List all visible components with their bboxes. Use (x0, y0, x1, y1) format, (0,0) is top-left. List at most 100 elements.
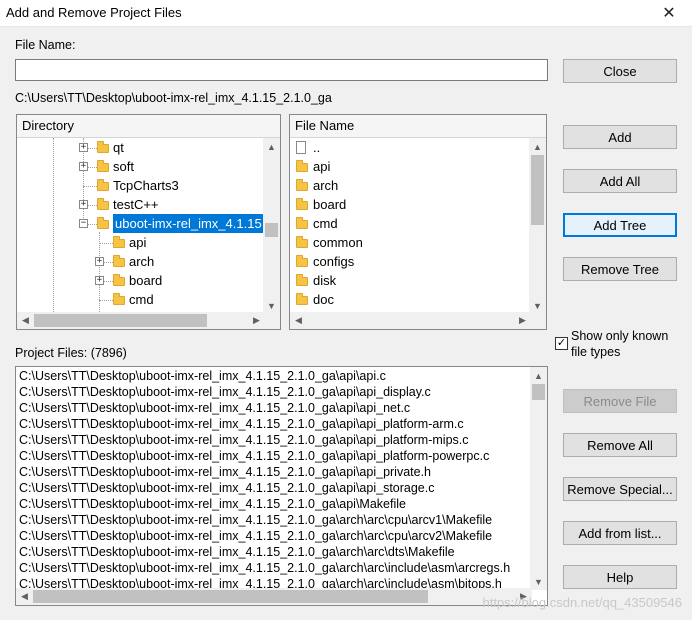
collapse-icon[interactable]: − (79, 219, 88, 228)
project-file-item[interactable]: C:\Users\TT\Desktop\uboot-imx-rel_imx_4.… (19, 496, 406, 512)
add-from-list-button[interactable]: Add from list... (563, 521, 677, 545)
remove-special-button[interactable]: Remove Special... (563, 477, 677, 501)
directory-item-label: uboot-imx-rel_imx_4.1.15 (113, 214, 264, 233)
file-name-header[interactable]: File Name (290, 115, 546, 138)
folder-icon (113, 293, 125, 305)
file-icon (296, 141, 306, 154)
directory-item[interactable]: + qt (17, 138, 265, 157)
scroll-down-icon[interactable]: ▼ (530, 573, 547, 590)
project-file-item[interactable]: C:\Users\TT\Desktop\uboot-imx-rel_imx_4.… (19, 384, 431, 400)
directory-panel[interactable]: Directory + qt + soft TcpCharts3 + testC++ − ubo… (16, 114, 281, 330)
close-button[interactable]: Close (563, 59, 677, 83)
directory-item-label: testC++ (113, 197, 159, 212)
file-vscroll[interactable]: ▲ ▼ (529, 138, 546, 314)
help-button[interactable]: Help (563, 565, 677, 589)
directory-item[interactable]: cmd (17, 290, 265, 309)
remove-tree-button[interactable]: Remove Tree (563, 257, 677, 281)
project-file-item[interactable]: C:\Users\TT\Desktop\uboot-imx-rel_imx_4.… (19, 416, 464, 432)
folder-icon (97, 217, 109, 229)
file-item-label: arch (313, 178, 339, 193)
scroll-thumb[interactable] (33, 590, 428, 603)
remove-all-button[interactable]: Remove All (563, 433, 677, 457)
folder-icon (97, 179, 109, 191)
add-all-button[interactable]: Add All (563, 169, 677, 193)
scroll-thumb[interactable] (532, 384, 545, 400)
expand-icon[interactable]: + (79, 200, 88, 209)
file-item-label: common (313, 235, 363, 250)
project-file-item[interactable]: C:\Users\TT\Desktop\uboot-imx-rel_imx_4.… (19, 368, 386, 384)
directory-header[interactable]: Directory (17, 115, 280, 138)
directory-hscroll[interactable]: ◀ ▶ (17, 312, 265, 329)
add-tree-button[interactable]: Add Tree (563, 213, 677, 237)
file-item[interactable]: .. (290, 138, 531, 157)
file-item[interactable]: board (290, 195, 531, 214)
directory-item[interactable]: − uboot-imx-rel_imx_4.1.15 (17, 214, 265, 233)
file-name-input[interactable] (15, 59, 548, 81)
folder-icon (296, 236, 308, 248)
project-file-item[interactable]: C:\Users\TT\Desktop\uboot-imx-rel_imx_4.… (19, 400, 410, 416)
project-files-hscroll[interactable]: ◀ ▶ (16, 588, 532, 605)
file-item-label: cmd (313, 216, 338, 231)
directory-item[interactable]: + arch (17, 252, 265, 271)
scroll-left-icon[interactable]: ◀ (16, 588, 33, 605)
directory-tree[interactable]: + qt + soft TcpCharts3 + testC++ − uboot-imx-rel… (17, 138, 265, 314)
project-file-item[interactable]: C:\Users\TT\Desktop\uboot-imx-rel_imx_4.… (19, 528, 492, 544)
directory-vscroll[interactable]: ▲ ▼ (263, 138, 280, 314)
project-file-item[interactable]: C:\Users\TT\Desktop\uboot-imx-rel_imx_4.… (19, 448, 489, 464)
project-file-item[interactable]: C:\Users\TT\Desktop\uboot-imx-rel_imx_4.… (19, 544, 455, 560)
project-file-item[interactable]: C:\Users\TT\Desktop\uboot-imx-rel_imx_4.… (19, 512, 492, 528)
file-item[interactable]: configs (290, 252, 531, 271)
directory-item[interactable]: + soft (17, 157, 265, 176)
file-hscroll[interactable]: ◀ ▶ (290, 312, 546, 329)
show-known-label-line2: file types (571, 345, 621, 359)
project-file-item[interactable]: C:\Users\TT\Desktop\uboot-imx-rel_imx_4.… (19, 560, 510, 576)
project-file-item[interactable]: C:\Users\TT\Desktop\uboot-imx-rel_imx_4.… (19, 432, 469, 448)
file-item[interactable]: arch (290, 176, 531, 195)
project-file-item[interactable]: C:\Users\TT\Desktop\uboot-imx-rel_imx_4.… (19, 480, 434, 496)
scroll-corner (263, 312, 280, 329)
folder-icon (296, 274, 308, 286)
tree-guide-line (99, 300, 113, 301)
file-item[interactable]: doc (290, 290, 531, 309)
file-item[interactable]: common (290, 233, 531, 252)
project-files-list[interactable]: C:\Users\TT\Desktop\uboot-imx-rel_imx_4.… (15, 366, 548, 606)
scroll-thumb[interactable] (265, 223, 278, 237)
scroll-up-icon[interactable]: ▲ (530, 367, 547, 384)
project-file-item[interactable]: C:\Users\TT\Desktop\uboot-imx-rel_imx_4.… (19, 464, 431, 480)
show-known-checkbox[interactable]: ✓ (555, 337, 568, 350)
file-item-label: .. (313, 140, 321, 155)
project-files-vscroll[interactable]: ▲ ▼ (530, 367, 547, 590)
file-item[interactable]: cmd (290, 214, 531, 233)
folder-icon (296, 217, 308, 229)
expand-icon[interactable]: + (95, 257, 104, 266)
scroll-thumb[interactable] (531, 155, 544, 225)
directory-item[interactable]: + board (17, 271, 265, 290)
file-item[interactable]: disk (290, 271, 531, 290)
file-item[interactable]: api (290, 157, 531, 176)
window-close-icon[interactable]: ✕ (652, 2, 686, 24)
directory-item-label: cmd (129, 292, 154, 307)
scroll-up-icon[interactable]: ▲ (529, 138, 546, 155)
file-panel[interactable]: File Name .. api arch board cmd common configs… (289, 114, 547, 330)
folder-icon (296, 179, 308, 191)
project-files-rows[interactable]: C:\Users\TT\Desktop\uboot-imx-rel_imx_4.… (16, 367, 532, 590)
add-button[interactable]: Add (563, 125, 677, 149)
folder-icon (296, 198, 308, 210)
remove-file-button[interactable]: Remove File (563, 389, 677, 413)
scroll-left-icon[interactable]: ◀ (17, 312, 34, 329)
expand-icon[interactable]: + (79, 162, 88, 171)
scroll-thumb[interactable] (34, 314, 207, 327)
expand-icon[interactable]: + (95, 276, 104, 285)
project-files-label: Project Files: (7896) (15, 346, 127, 360)
scroll-up-icon[interactable]: ▲ (263, 138, 280, 155)
directory-item[interactable]: + testC++ (17, 195, 265, 214)
directory-item[interactable]: api (17, 233, 265, 252)
expand-icon[interactable]: + (79, 143, 88, 152)
file-list[interactable]: .. api arch board cmd common configs disk doc (290, 138, 531, 314)
folder-icon (97, 160, 109, 172)
scroll-right-icon[interactable]: ▶ (514, 312, 531, 329)
folder-icon (113, 236, 125, 248)
directory-item-label: board (129, 273, 163, 288)
directory-item[interactable]: TcpCharts3 (17, 176, 265, 195)
scroll-left-icon[interactable]: ◀ (290, 312, 307, 329)
